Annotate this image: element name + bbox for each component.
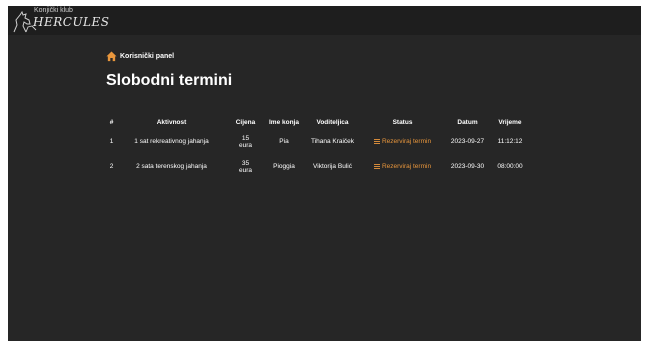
column-header-time: Vrijeme bbox=[498, 118, 522, 126]
column-header-instructor: Voditeljica bbox=[316, 118, 349, 126]
breadcrumb[interactable]: Korisnički panel bbox=[106, 51, 174, 62]
brand-name: HERCULES bbox=[33, 15, 110, 29]
row-price-unit: eura bbox=[238, 166, 252, 174]
row-price-value: 35 bbox=[241, 159, 250, 167]
slots-table: # Aktivnost Cijena Ime konja Voditeljica… bbox=[106, 115, 528, 179]
row-date: 2023-09-30 bbox=[450, 163, 485, 170]
app-window: Konjički klub HERCULES Korisnički panel … bbox=[8, 6, 641, 341]
row-instructor: Tihana Kraiček bbox=[310, 138, 355, 145]
reserve-slot-label: Rezerviraj termin bbox=[381, 137, 432, 145]
row-price: 15 eura bbox=[226, 129, 265, 154]
column-header-status: Status bbox=[392, 118, 413, 126]
column-header-horse: Ime konja bbox=[269, 118, 299, 126]
list-icon bbox=[373, 163, 380, 169]
row-price-unit: eura bbox=[238, 141, 252, 149]
table-row: 1 1 sat rekreativnog jahanja 15 eura Pia… bbox=[106, 129, 528, 154]
navbar: Konjički klub HERCULES bbox=[8, 6, 641, 35]
row-date: 2023-09-27 bbox=[450, 138, 485, 145]
row-status: Rezerviraj termin bbox=[362, 154, 443, 179]
row-time: 11:12:12 bbox=[497, 138, 523, 145]
home-icon bbox=[106, 51, 117, 62]
column-header-number: # bbox=[109, 118, 114, 126]
row-price-value: 15 bbox=[241, 134, 250, 142]
row-horse: Pioggia bbox=[273, 163, 295, 170]
row-activity: 2 sata terenskog jahanja bbox=[136, 163, 207, 170]
list-icon bbox=[373, 138, 380, 144]
row-activity: 1 sat rekreativnog jahanja bbox=[134, 138, 209, 145]
brand-subtitle: Konjički klub bbox=[34, 7, 73, 14]
row-number: 2 bbox=[109, 163, 114, 170]
reserve-slot-label: Rezerviraj termin bbox=[381, 162, 432, 170]
breadcrumb-label: Korisnički panel bbox=[120, 53, 175, 60]
reserve-slot-button[interactable]: Rezerviraj termin bbox=[373, 137, 432, 145]
row-instructor: Viktorija Bulić bbox=[313, 163, 352, 170]
row-number: 1 bbox=[109, 138, 114, 145]
table-header-row: # Aktivnost Cijena Ime konja Voditeljica… bbox=[106, 115, 528, 129]
row-horse: Pia bbox=[279, 138, 289, 145]
column-header-activity: Aktivnost bbox=[156, 118, 187, 126]
row-price: 35 eura bbox=[226, 154, 265, 179]
column-header-price: Cijena bbox=[235, 118, 256, 126]
page-title: Slobodni termini bbox=[106, 72, 233, 89]
reserve-slot-button[interactable]: Rezerviraj termin bbox=[373, 162, 432, 170]
row-time: 08:00:00 bbox=[497, 163, 523, 170]
table-row: 2 2 sata terenskog jahanja 35 eura Piogg… bbox=[106, 154, 528, 179]
row-status: Rezerviraj termin bbox=[362, 129, 443, 154]
column-header-date: Datum bbox=[457, 118, 478, 126]
